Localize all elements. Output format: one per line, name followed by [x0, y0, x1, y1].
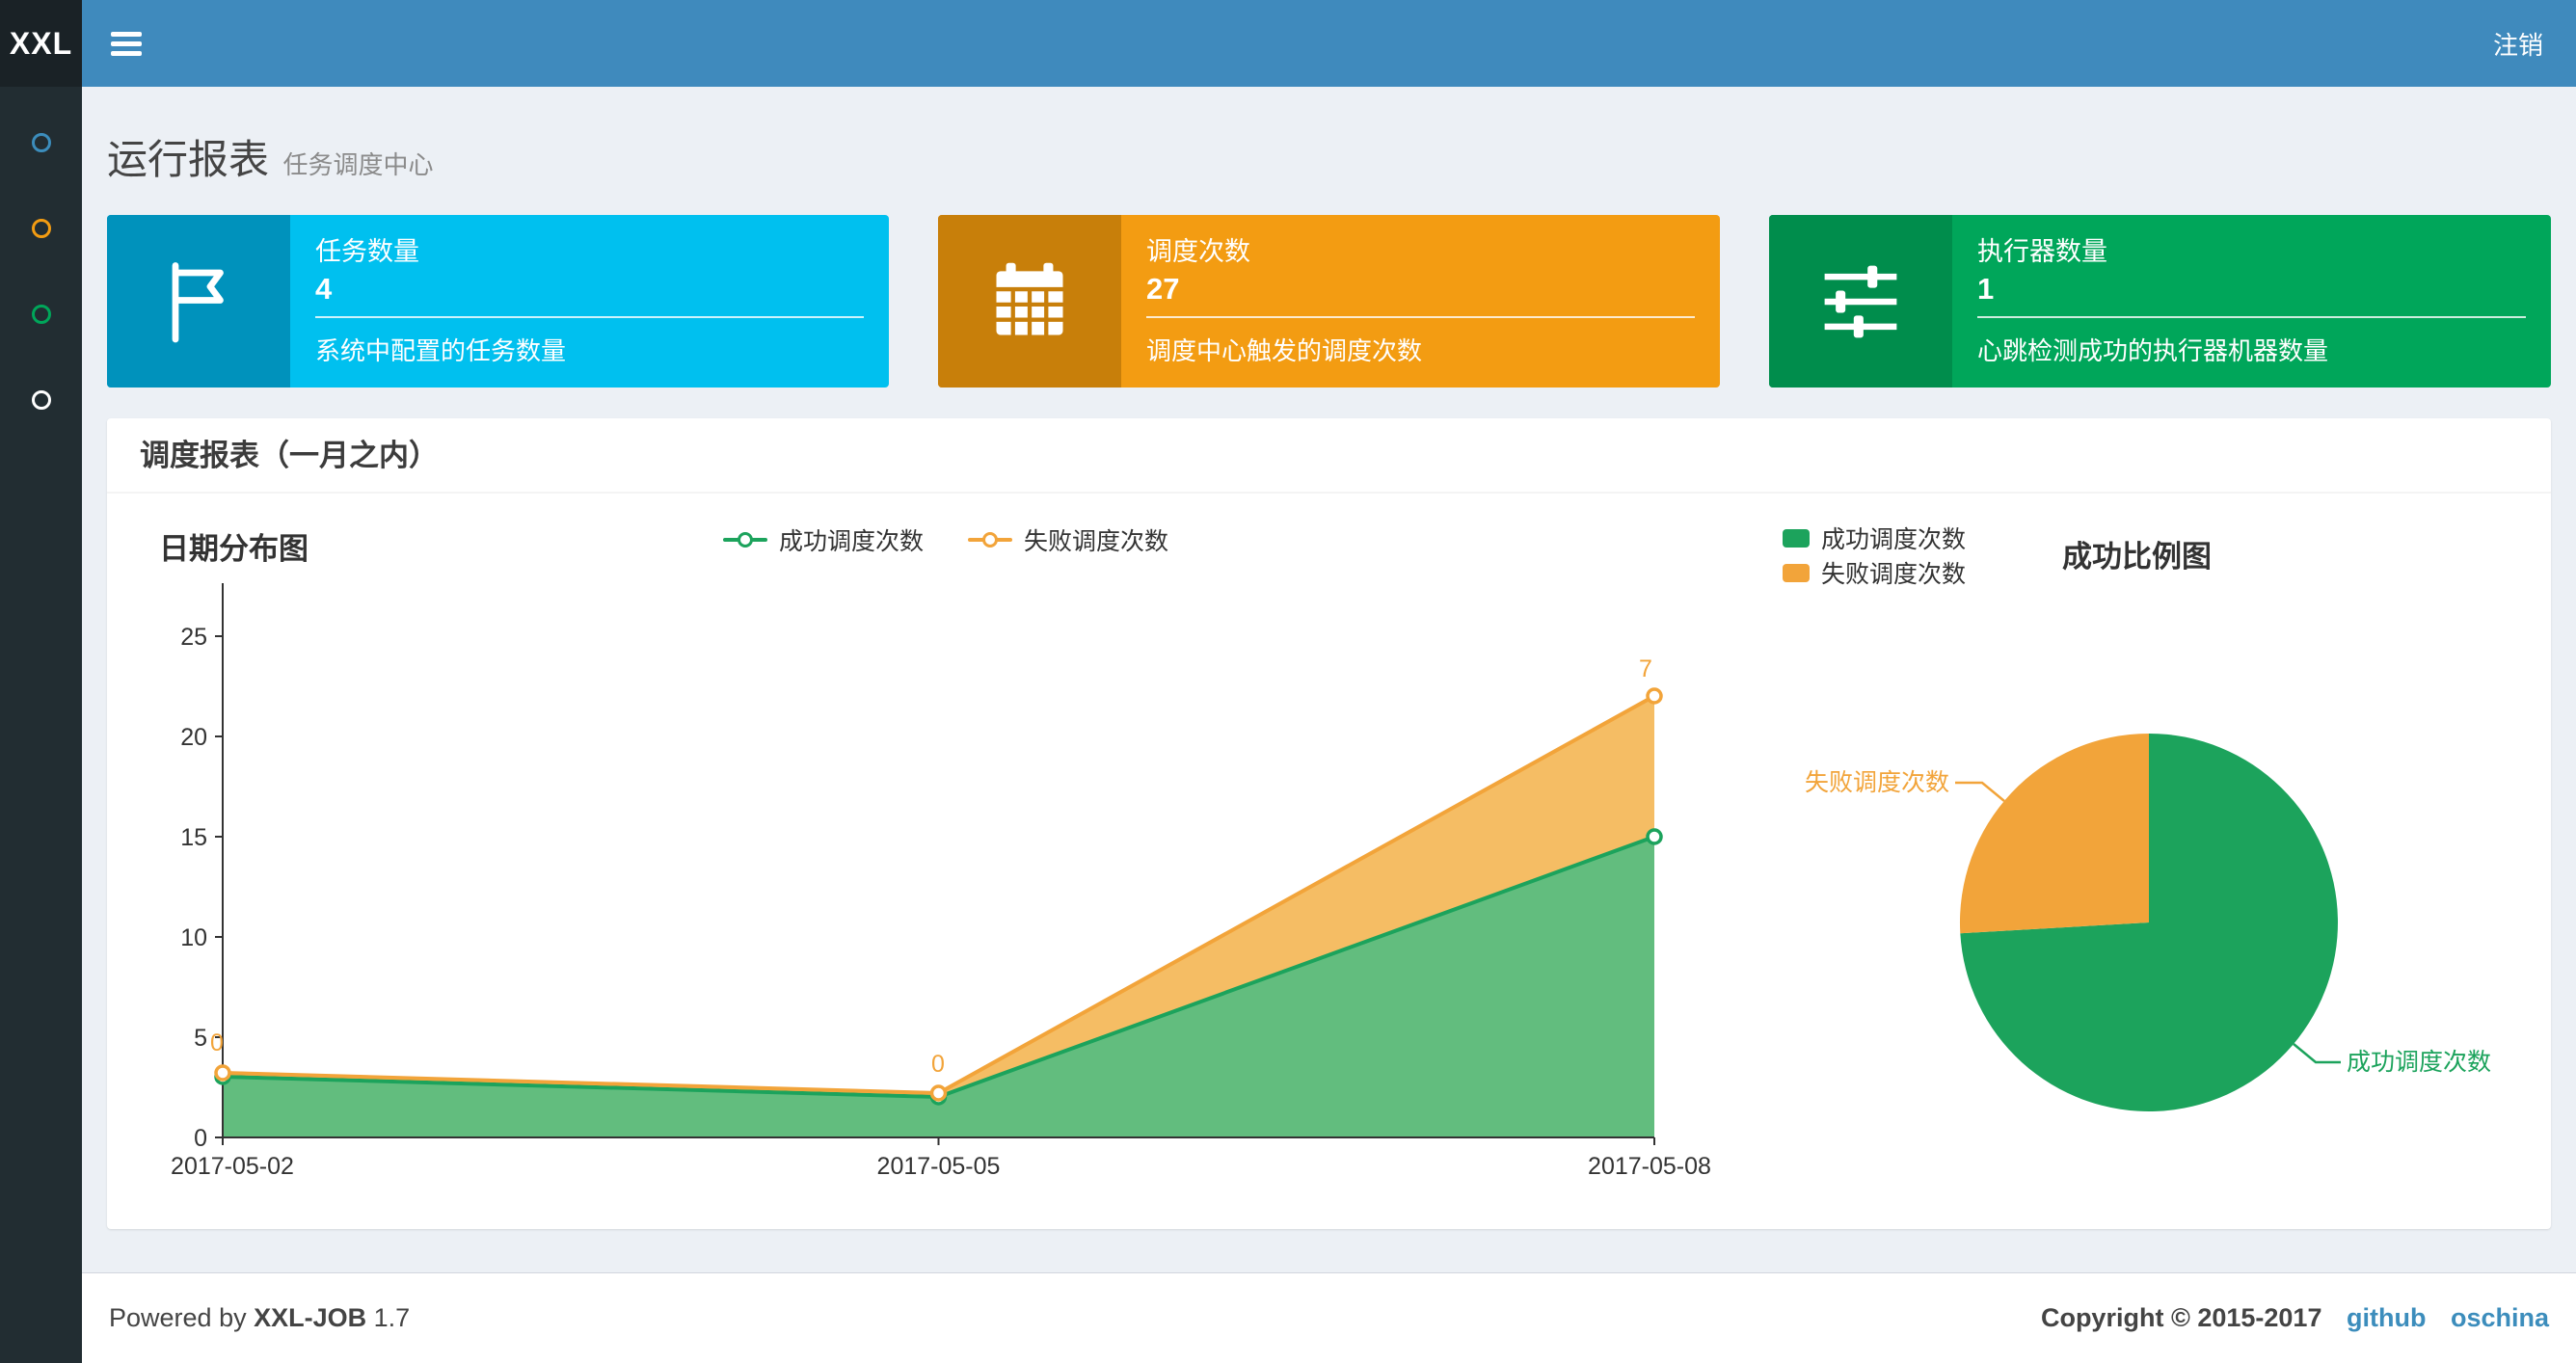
svg-text:20: 20 [180, 724, 207, 751]
legend-item-success[interactable]: 成功调度次数 [1783, 521, 1966, 555]
fail-label-line [1955, 781, 2005, 802]
success-ratio-chart: 成功调度次数 失败调度次数 成功比例图 失败调度次数 成功调度次数 [1756, 511, 2522, 1147]
version: 1.7 [373, 1303, 411, 1332]
panel-title: 调度报表（一月之内） [107, 418, 2551, 494]
legend-swatch [1783, 528, 1810, 548]
legend-item-fail[interactable]: 失败调度次数 [968, 522, 1168, 557]
info-box-description: 心跳检测成功的执行器机器数量 [1977, 336, 2329, 365]
sliders-icon [1769, 215, 1952, 388]
line-chart-legend: 成功调度次数 失败调度次数 [722, 522, 1168, 557]
info-box-triggers: 调度次数 27 调度中心触发的调度次数 [938, 215, 1720, 388]
info-box-value: 1 [1977, 272, 1995, 306]
hamburger-icon [111, 31, 142, 56]
logout-link[interactable]: 注销 [2493, 26, 2576, 62]
line-chart-plot: 0 5 10 15 20 25 2017-05-02 2017-05-05 20… [171, 583, 1711, 1180]
svg-text:5: 5 [194, 1025, 207, 1052]
copyright-area: Copyright © 2015-2017 github oschina [2041, 1303, 2549, 1333]
page-header: 运行报表 任务调度中心 [107, 87, 2551, 186]
navbar-body: 注销 [82, 0, 2576, 87]
info-box-description: 系统中配置的任务数量 [315, 336, 567, 365]
svg-text:7: 7 [1639, 655, 1652, 682]
line-legend-glyph [722, 532, 767, 548]
svg-text:10: 10 [180, 924, 207, 951]
x-axis-ticks [222, 1137, 1655, 1145]
legend-item-success[interactable]: 成功调度次数 [722, 522, 924, 557]
flag-icon [107, 215, 290, 388]
oschina-link[interactable]: oschina [2451, 1303, 2549, 1332]
powered-by: Powered by XXL-JOB 1.7 [109, 1303, 411, 1332]
divider [1977, 316, 2526, 318]
info-box-executors: 执行器数量 1 心跳检测成功的执行器机器数量 [1769, 215, 2551, 388]
circle-icon [31, 133, 51, 152]
pie-chart-plot: 失败调度次数 成功调度次数 [1805, 734, 2491, 1111]
svg-text:2017-05-08: 2017-05-08 [1588, 1153, 1711, 1180]
copyright-text: Copyright © 2015-2017 [2040, 1303, 2322, 1332]
fail-slice-label: 失败调度次数 [1805, 769, 1949, 796]
sidebar-item-4[interactable] [0, 373, 82, 427]
x-axis-labels: 2017-05-02 2017-05-05 2017-05-08 [171, 1153, 1711, 1180]
sidebar-item-2[interactable] [0, 201, 82, 255]
page-subtitle: 任务调度中心 [282, 150, 434, 179]
svg-text:0: 0 [194, 1125, 207, 1152]
sidebar-toggle-button[interactable] [82, 27, 142, 61]
github-link[interactable]: github [2347, 1303, 2426, 1332]
info-box-value: 4 [315, 272, 333, 306]
report-panel: 调度报表（一月之内） 日期分布图 成功调度次数 失败调度次数 0 5 10 15… [107, 418, 2551, 1229]
svg-text:25: 25 [180, 624, 207, 651]
info-box-row: 任务数量 4 系统中配置的任务数量 调度次数 27 调度中心触发的调度次数 执行… [107, 215, 2551, 388]
info-box-value: 27 [1146, 272, 1180, 306]
svg-text:0: 0 [931, 1051, 945, 1078]
info-box-jobs: 任务数量 4 系统中配置的任务数量 [107, 215, 889, 388]
page-title: 运行报表 [107, 137, 270, 182]
top-navbar: XXL 注销 [0, 0, 2576, 87]
y-axis-ticks [215, 635, 223, 1138]
page-footer: Powered by XXL-JOB 1.7 Copyright © 2015-… [82, 1272, 2576, 1363]
success-slice-label: 成功调度次数 [2347, 1049, 2491, 1076]
divider [1146, 316, 1695, 318]
line-legend-glyph [968, 532, 1012, 548]
legend-item-fail[interactable]: 失败调度次数 [1783, 555, 1966, 590]
calendar-icon [938, 215, 1121, 388]
svg-text:2017-05-02: 2017-05-02 [171, 1153, 294, 1180]
info-box-title: 执行器数量 [1977, 237, 2107, 266]
circle-icon [31, 219, 51, 238]
circle-icon [31, 390, 51, 410]
sidebar [0, 87, 82, 1363]
info-box-title: 调度次数 [1146, 237, 1250, 266]
date-distribution-chart: 日期分布图 成功调度次数 失败调度次数 0 5 10 15 20 25 2017… [136, 511, 1756, 1210]
app-logo[interactable]: XXL [0, 0, 82, 87]
main-content: 运行报表 任务调度中心 任务数量 4 系统中配置的任务数量 调度次数 27 调度… [82, 87, 2576, 1272]
info-box-title: 任务数量 [315, 237, 419, 266]
success-label-line [2293, 1043, 2341, 1064]
svg-text:15: 15 [180, 824, 207, 851]
y-axis-labels: 0 5 10 15 20 25 [180, 624, 207, 1152]
legend-swatch [1783, 563, 1810, 582]
pie-chart-title: 成功比例图 [2062, 540, 2212, 574]
svg-text:2017-05-05: 2017-05-05 [877, 1153, 1001, 1180]
line-chart-title: 日期分布图 [159, 532, 309, 566]
pie-chart-legend: 成功调度次数 失败调度次数 [1783, 521, 1966, 590]
brand-name: XXL-JOB [254, 1303, 367, 1332]
pie-slice-fail[interactable] [1959, 734, 2149, 934]
divider [315, 316, 864, 318]
sidebar-item-1[interactable] [0, 116, 82, 170]
sidebar-item-3[interactable] [0, 287, 82, 341]
svg-text:0: 0 [210, 1029, 224, 1056]
info-box-description: 调度中心触发的调度次数 [1146, 336, 1423, 365]
circle-icon [31, 305, 51, 324]
